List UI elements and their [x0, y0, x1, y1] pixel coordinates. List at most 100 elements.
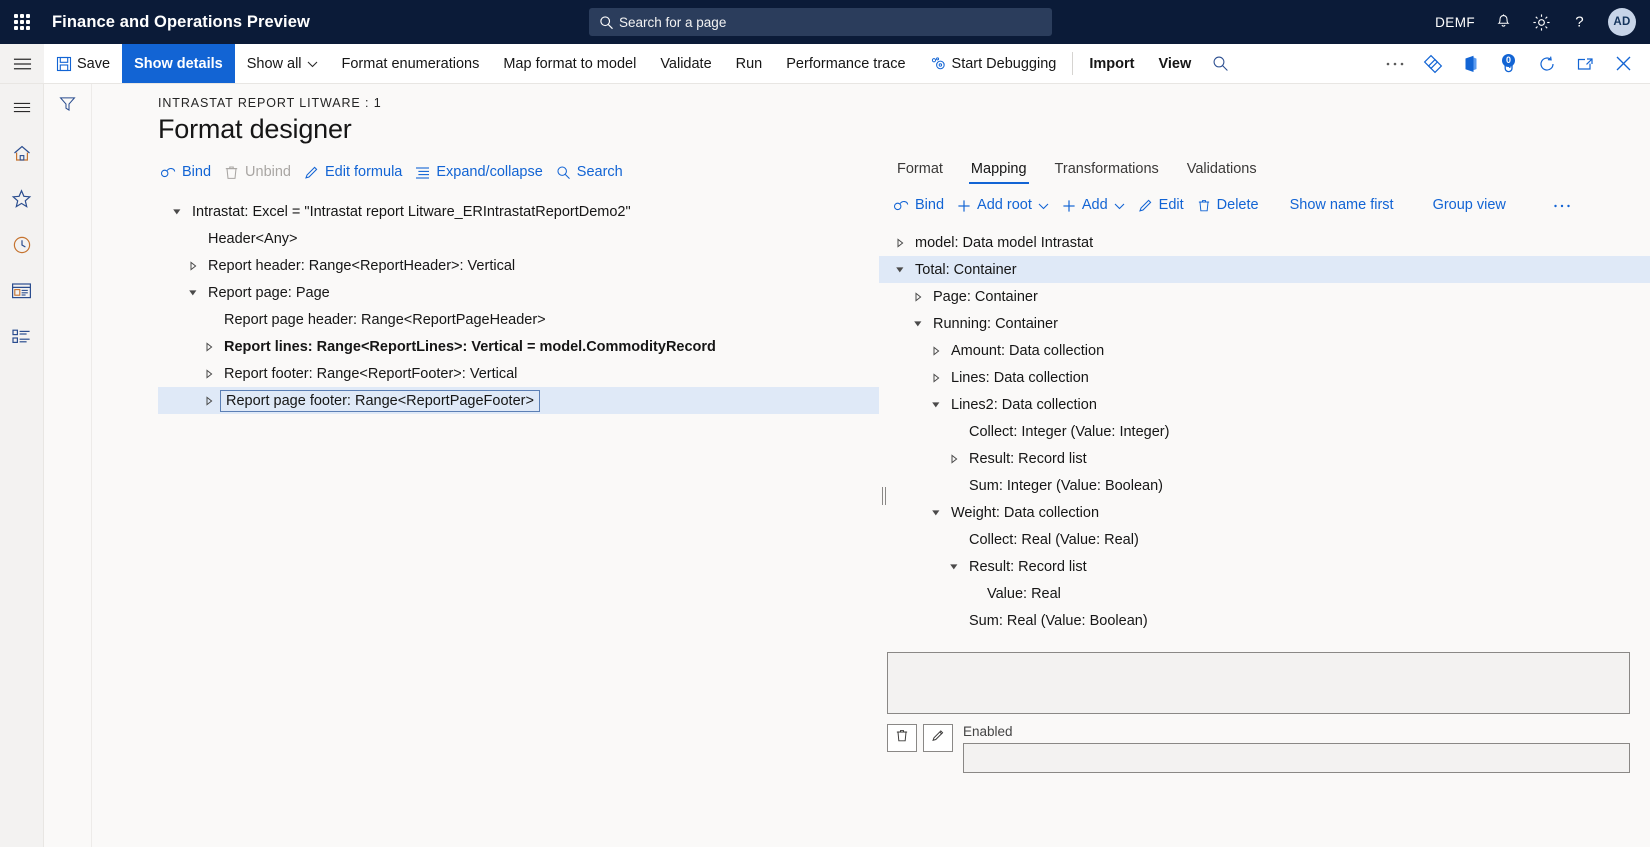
- tree-node[interactable]: Report page header: Range<ReportPageHead…: [158, 306, 879, 333]
- tree-twisty-toggle[interactable]: [943, 562, 965, 572]
- trash-icon: [1197, 198, 1211, 213]
- share-diamond-icon[interactable]: [1416, 45, 1450, 83]
- tab-transformations[interactable]: Transformations: [1041, 153, 1173, 184]
- delete-condition-button[interactable]: [887, 724, 917, 752]
- question-mark-icon[interactable]: ?: [1571, 13, 1588, 31]
- filter-icon[interactable]: [59, 96, 76, 847]
- mapping-pane: Format Mapping Transformations Validations …: [879, 145, 1650, 847]
- format-expand-collapse-label: Expand/collapse: [436, 164, 543, 181]
- tree-node[interactable]: Report footer: Range<ReportFooter>: Vert…: [158, 360, 879, 387]
- tree-node[interactable]: Sum: Integer (Value: Boolean): [879, 472, 1650, 499]
- home-icon[interactable]: [6, 138, 38, 168]
- tree-node[interactable]: Collect: Integer (Value: Integer): [879, 418, 1650, 445]
- mapping-add-button[interactable]: Add: [1060, 194, 1136, 217]
- import-button[interactable]: Import: [1077, 44, 1146, 83]
- global-search-box[interactable]: Search for a page: [589, 8, 1052, 36]
- edit-condition-button[interactable]: [923, 724, 953, 752]
- view-button[interactable]: View: [1146, 44, 1203, 83]
- tree-node[interactable]: Result: Record list: [879, 445, 1650, 472]
- tab-format[interactable]: Format: [883, 153, 957, 184]
- attachments-icon[interactable]: 0: [1492, 45, 1526, 83]
- tree-node[interactable]: Page: Container: [879, 283, 1650, 310]
- rail-hamburger-icon[interactable]: [6, 92, 38, 122]
- mapping-edit-button[interactable]: Edit: [1136, 194, 1195, 217]
- performance-trace-button[interactable]: Performance trace: [774, 44, 917, 83]
- tree-twisty-toggle[interactable]: [198, 341, 220, 352]
- tree-twisty-toggle[interactable]: [166, 207, 188, 217]
- hamburger-icon[interactable]: [0, 44, 44, 83]
- mapping-add-root-button[interactable]: Add root: [955, 194, 1060, 217]
- tree-node[interactable]: Report page footer: Range<ReportPageFoot…: [158, 387, 879, 414]
- tab-mapping[interactable]: Mapping: [957, 153, 1041, 184]
- tree-twisty-toggle[interactable]: [907, 319, 929, 329]
- format-unbind-button[interactable]: Unbind: [222, 161, 302, 184]
- tree-node[interactable]: Report lines: Range<ReportLines>: Vertic…: [158, 333, 879, 360]
- validate-label: Validate: [660, 55, 712, 72]
- tree-twisty-toggle[interactable]: [198, 395, 220, 406]
- mapping-delete-button[interactable]: Delete: [1195, 194, 1270, 217]
- format-expand-collapse-button[interactable]: Expand/collapse: [413, 161, 553, 184]
- run-button[interactable]: Run: [724, 44, 775, 83]
- tree-twisty-toggle[interactable]: [925, 372, 947, 383]
- start-debugging-button[interactable]: Start Debugging: [918, 44, 1069, 83]
- validate-button[interactable]: Validate: [648, 44, 723, 83]
- tree-twisty-toggle[interactable]: [182, 288, 204, 298]
- tree-twisty-toggle[interactable]: [889, 265, 911, 275]
- tree-node[interactable]: model: Data model Intrastat: [879, 229, 1650, 256]
- format-search-button[interactable]: Search: [554, 161, 634, 184]
- clock-icon[interactable]: [6, 230, 38, 260]
- format-enumerations-button[interactable]: Format enumerations: [330, 44, 492, 83]
- company-indicator[interactable]: DEMF: [1435, 15, 1475, 30]
- mapping-bind-button[interactable]: Bind: [891, 194, 955, 217]
- office-app-icon[interactable]: [1454, 45, 1488, 83]
- tree-node[interactable]: Amount: Data collection: [879, 337, 1650, 364]
- tree-node[interactable]: Result: Record list: [879, 553, 1650, 580]
- tree-node[interactable]: Report header: Range<ReportHeader>: Vert…: [158, 252, 879, 279]
- tree-node[interactable]: Lines2: Data collection: [879, 391, 1650, 418]
- tree-node[interactable]: Intrastat: Excel = "Intrastat report Lit…: [158, 198, 879, 225]
- tree-node[interactable]: Value: Real: [879, 580, 1650, 607]
- modules-icon[interactable]: [6, 322, 38, 352]
- show-all-button[interactable]: Show all: [235, 44, 330, 83]
- workspace-icon[interactable]: [6, 276, 38, 306]
- tree-node[interactable]: Total: Container: [879, 256, 1650, 283]
- format-edit-formula-button[interactable]: Edit formula: [302, 161, 413, 184]
- mapping-show-name-first-button[interactable]: Show name first: [1288, 194, 1405, 217]
- tree-node[interactable]: Collect: Real (Value: Real): [879, 526, 1650, 553]
- tree-node[interactable]: Lines: Data collection: [879, 364, 1650, 391]
- format-bind-button[interactable]: Bind: [158, 161, 222, 184]
- tree-twisty-toggle[interactable]: [943, 453, 965, 464]
- gear-icon[interactable]: [1532, 13, 1551, 32]
- avatar[interactable]: AD: [1608, 8, 1636, 36]
- search-icon[interactable]: [1203, 44, 1237, 82]
- map-format-to-model-button[interactable]: Map format to model: [491, 44, 648, 83]
- tab-validations[interactable]: Validations: [1173, 153, 1271, 184]
- app-launcher-icon[interactable]: [0, 0, 44, 44]
- formula-textarea[interactable]: [887, 652, 1630, 714]
- chevron-expanded-icon: [932, 401, 940, 407]
- mapping-overflow-button[interactable]: [1551, 199, 1582, 213]
- tree-twisty-toggle[interactable]: [889, 237, 911, 248]
- tree-node[interactable]: Weight: Data collection: [879, 499, 1650, 526]
- tree-twisty-toggle[interactable]: [925, 508, 947, 518]
- tree-node[interactable]: Running: Container: [879, 310, 1650, 337]
- star-icon[interactable]: [6, 184, 38, 214]
- tree-twisty-toggle[interactable]: [925, 400, 947, 410]
- enabled-input[interactable]: [963, 743, 1630, 773]
- refresh-icon[interactable]: [1530, 45, 1564, 83]
- tree-twisty-toggle[interactable]: [182, 260, 204, 271]
- tree-twisty-toggle[interactable]: [907, 291, 929, 302]
- tree-twisty-toggle[interactable]: [198, 368, 220, 379]
- bell-icon[interactable]: [1495, 13, 1512, 31]
- mapping-group-view-button[interactable]: Group view: [1431, 194, 1517, 217]
- tree-twisty-toggle[interactable]: [925, 345, 947, 356]
- save-button[interactable]: Save: [44, 44, 122, 83]
- close-icon[interactable]: [1606, 45, 1640, 83]
- popout-icon[interactable]: [1568, 45, 1602, 83]
- tree-node[interactable]: Sum: Real (Value: Boolean): [879, 607, 1650, 634]
- show-details-button[interactable]: Show details: [122, 44, 235, 83]
- overflow-ellipsis-icon: [1553, 203, 1571, 209]
- overflow-ellipsis-icon[interactable]: [1378, 45, 1412, 83]
- tree-node[interactable]: Report page: Page: [158, 279, 879, 306]
- tree-node[interactable]: Header<Any>: [158, 225, 879, 252]
